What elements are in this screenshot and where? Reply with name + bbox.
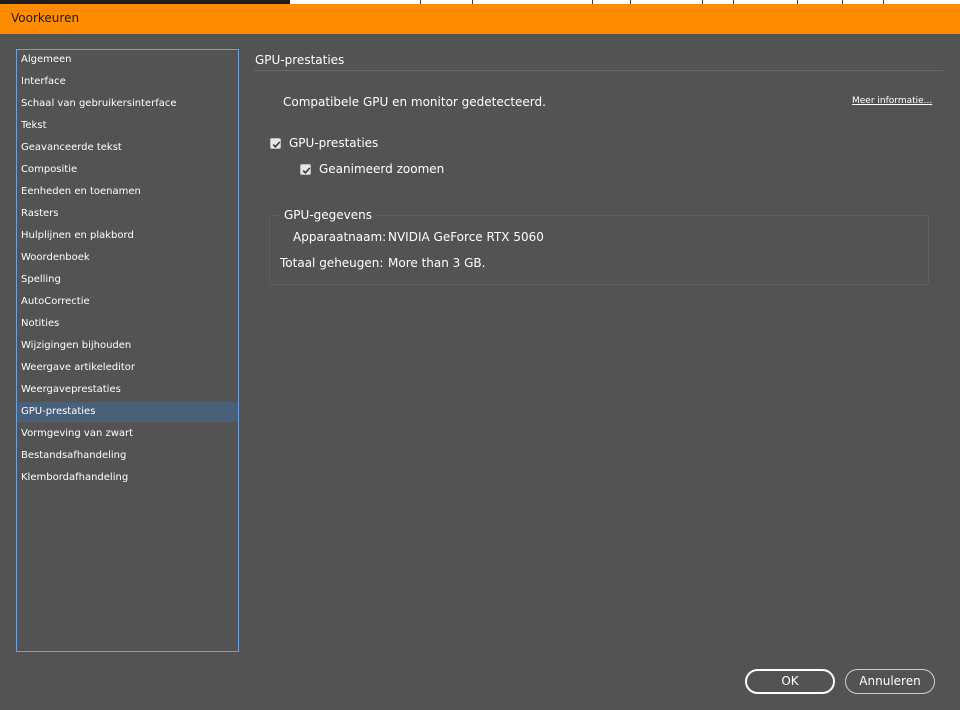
gpu-info-legend: GPU-gegevens [280, 208, 376, 222]
sidebar-item-woordenboek[interactable]: Woordenboek [17, 248, 238, 268]
sidebar-item-interface[interactable]: Interface [17, 72, 238, 92]
more-info-link[interactable]: Meer informatie... [852, 96, 932, 106]
sidebar-item-compositie[interactable]: Compositie [17, 160, 238, 180]
window-title: Voorkeuren [11, 11, 80, 25]
sidebar-item-algemeen[interactable]: Algemeen [17, 50, 238, 70]
sidebar-item-display-performance[interactable]: Weergaveprestaties [17, 380, 238, 400]
gpu-status-text: Compatibele GPU en monitor gedetecteerd. [283, 95, 546, 109]
device-name-value: NVIDIA GeForce RTX 5060 [388, 230, 544, 244]
sidebar-item-notities[interactable]: Notities [17, 314, 238, 334]
gpu-performance-checkbox-row[interactable]: GPU-prestaties [270, 135, 378, 151]
sidebar-item-advanced-text[interactable]: Geavanceerde tekst [17, 138, 238, 158]
animated-zoom-label: Geanimeerd zoomen [319, 162, 445, 176]
sidebar-item-guides-pasteboard[interactable]: Hulplijnen en plakbord [17, 226, 238, 246]
sidebar-item-file-handling[interactable]: Bestandsafhandeling [17, 446, 238, 466]
sidebar-item-rasters[interactable]: Rasters [17, 204, 238, 224]
sidebar-item-gpu-performance[interactable]: GPU-prestaties [17, 402, 238, 422]
gpu-performance-checkbox[interactable] [270, 137, 281, 149]
sidebar-item-tekst[interactable]: Tekst [17, 116, 238, 136]
sidebar-item-story-editor[interactable]: Weergave artikeleditor [17, 358, 238, 378]
panel-title-divider [254, 70, 943, 71]
animated-zoom-checkbox-row[interactable]: Geanimeerd zoomen [300, 161, 444, 177]
gpu-performance-label: GPU-prestaties [289, 136, 379, 150]
cancel-button[interactable]: Annuleren [845, 669, 935, 694]
sidebar-item-clipboard-handling[interactable]: Klembordafhandeling [17, 468, 238, 488]
total-memory-value: More than 3 GB. [388, 256, 486, 270]
animated-zoom-checkbox[interactable] [300, 163, 311, 175]
total-memory-label: Totaal geheugen: [280, 256, 384, 270]
sidebar-item-units-increments[interactable]: Eenheden en toenamen [17, 182, 238, 202]
gpu-info-group [269, 215, 929, 285]
category-list[interactable]: Algemeen Interface Schaal van gebruikers… [16, 49, 239, 652]
sidebar-item-track-changes[interactable]: Wijzigingen bijhouden [17, 336, 238, 356]
panel-title: GPU-prestaties [255, 53, 345, 67]
preferences-dialog: Voorkeuren Algemeen Interface Schaal van… [0, 0, 960, 710]
sidebar-item-ui-scaling[interactable]: Schaal van gebruikersinterface [17, 94, 238, 114]
title-bar[interactable]: Voorkeuren [0, 4, 960, 34]
sidebar-item-spelling[interactable]: Spelling [17, 270, 238, 290]
checkmark-icon [272, 140, 281, 148]
device-name-label: Apparaatnaam: [293, 230, 387, 244]
sidebar-item-appearance-of-black[interactable]: Vormgeving van zwart [17, 424, 238, 444]
sidebar-item-autocorrectie[interactable]: AutoCorrectie [17, 292, 238, 312]
checkmark-icon [302, 166, 311, 174]
ok-button[interactable]: OK [745, 669, 835, 694]
